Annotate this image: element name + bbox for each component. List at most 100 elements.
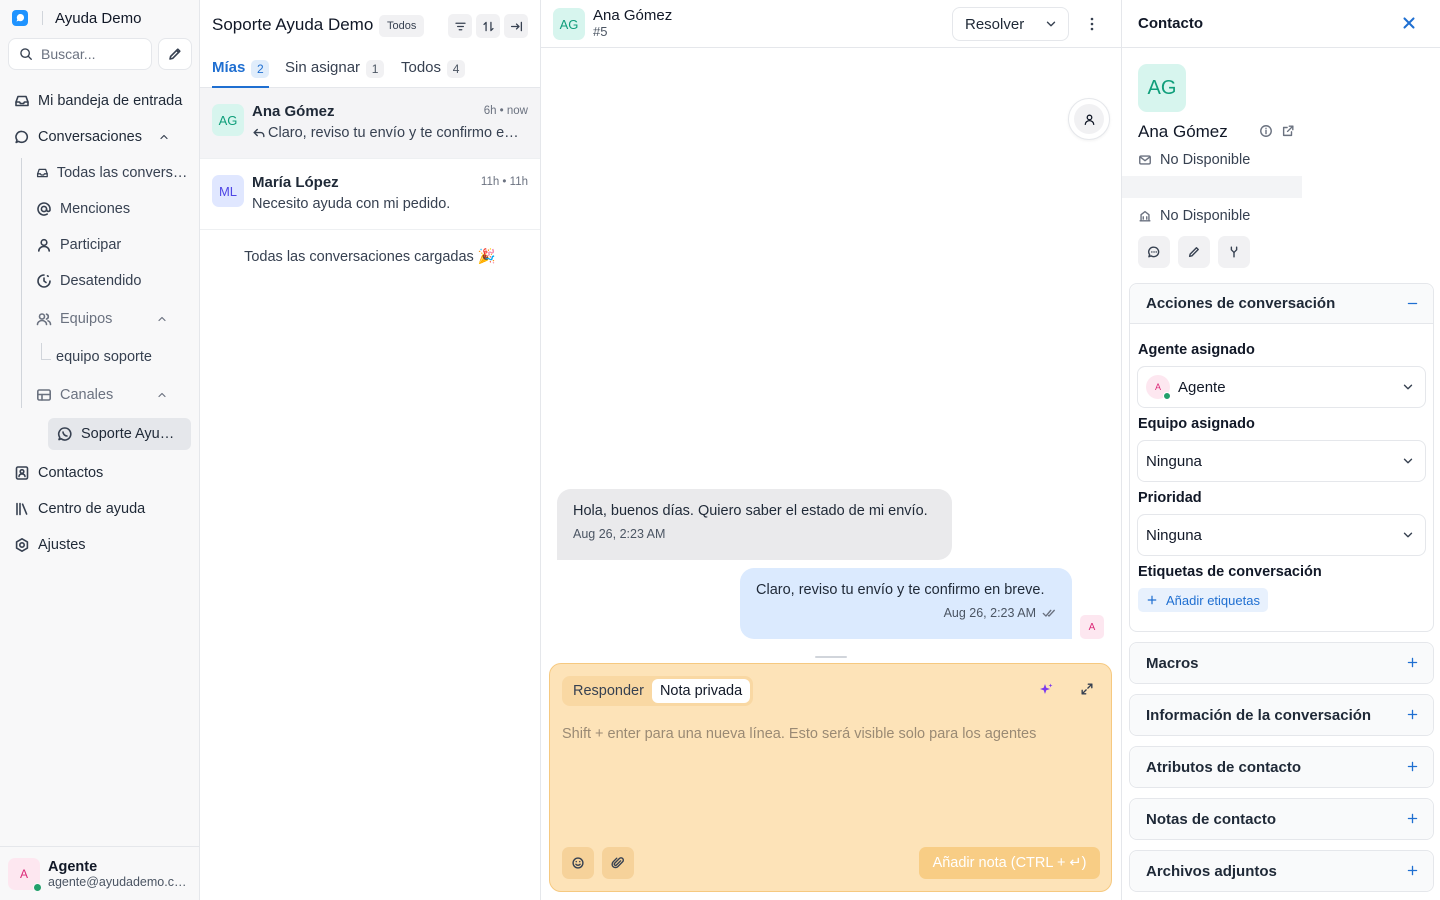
resize-handle[interactable] [815, 656, 847, 658]
filter-icon [454, 22, 466, 30]
nav-participate[interactable]: Participar [30, 230, 190, 260]
sort-button[interactable] [476, 14, 500, 38]
chevron-down-icon [1403, 384, 1413, 390]
smile-icon [572, 857, 584, 869]
conversation-time: 11h • 11h [480, 176, 528, 188]
private-note-mode-button[interactable]: Nota privada [651, 679, 751, 703]
message-input[interactable] [562, 726, 1098, 826]
selected-value: Agente [1178, 378, 1226, 396]
assigned-team-select[interactable]: Ninguna [1137, 440, 1426, 482]
conversation-tags-label: Etiquetas de conversación [1138, 564, 1322, 580]
users-icon [36, 313, 52, 326]
info-icon[interactable] [1259, 124, 1273, 138]
gear-icon [15, 538, 29, 552]
user-profile[interactable]: A Agente agente@ayudademo.com [0, 846, 199, 900]
inbox-title: Soporte Ayuda Demo [212, 15, 374, 34]
ai-assist-button[interactable] [1038, 682, 1054, 698]
nav-conversations[interactable]: Conversaciones [8, 122, 192, 152]
avatar: A [1146, 375, 1171, 400]
plus-icon[interactable] [1406, 760, 1419, 773]
conversation-card[interactable]: AG Ana Gómez 6h • now Claro, reviso tu e… [200, 88, 540, 159]
plus-icon[interactable] [1406, 708, 1419, 721]
edit-contact-button[interactable] [1178, 236, 1210, 268]
minus-icon[interactable] [1406, 297, 1419, 310]
incoming-message: Hola, buenos días. Quiero saber el estad… [557, 489, 952, 560]
resolve-button[interactable]: Resolver [952, 7, 1069, 41]
profile-name: Agente [48, 858, 98, 875]
avatar: ML [212, 175, 244, 207]
nav-channels[interactable]: Canales [30, 380, 190, 410]
status-filter-badge[interactable]: Todos [379, 15, 425, 37]
nav-all-conversations[interactable]: Todas las conversaciones [30, 158, 190, 188]
channels-icon [36, 389, 51, 401]
assigned-agent-select[interactable]: A Agente [1137, 366, 1426, 408]
brand-divider [42, 11, 43, 25]
chat-panel: AG Ana Gómez #5 Resolver Hola, buenos dí… [541, 0, 1121, 900]
add-tags-button[interactable]: Añadir etiquetas [1138, 588, 1268, 612]
filter-button[interactable] [448, 14, 472, 38]
merge-icon [1230, 246, 1238, 258]
nav-unattended[interactable]: Desatendido [30, 266, 190, 296]
expand-editor-button[interactable] [1080, 682, 1094, 696]
section-header[interactable]: Notas de contacto [1130, 799, 1433, 839]
close-icon [1403, 17, 1415, 29]
tab-all[interactable]: Todos 4 [401, 52, 466, 88]
plus-icon[interactable] [1406, 656, 1419, 669]
search-box[interactable] [8, 38, 152, 70]
chat-contact-name[interactable]: Ana Gómez [593, 7, 672, 24]
collapse-list-button[interactable] [504, 14, 528, 38]
tab-mine[interactable]: Mías 2 [212, 52, 270, 88]
section-header[interactable]: Macros [1130, 643, 1433, 683]
section-header[interactable]: Acciones de conversación [1130, 284, 1433, 324]
emoji-button[interactable] [562, 847, 594, 879]
compose-button[interactable] [158, 38, 192, 70]
more-options-button[interactable] [1081, 12, 1103, 36]
external-link-icon[interactable] [1281, 124, 1295, 138]
nav-help-center[interactable]: Centro de ayuda [8, 494, 192, 524]
nav-label: Todas las conversaciones [56, 165, 190, 181]
chevron-up-icon[interactable] [158, 131, 170, 143]
toggle-contact-panel-button[interactable] [1068, 98, 1110, 140]
chevron-down-icon[interactable] [1044, 17, 1058, 31]
nav-my-inbox[interactable]: Mi bandeja de entrada [8, 86, 192, 116]
chevron-up-icon[interactable] [156, 313, 168, 325]
nav-teams[interactable]: Equipos [30, 304, 190, 334]
nav-mentions[interactable]: Menciones [30, 194, 190, 224]
nav-channel-inbox[interactable]: Soporte Ayuda Demo [48, 418, 191, 450]
clock-icon [37, 274, 51, 288]
new-message-button[interactable] [1138, 236, 1170, 268]
contact-panel-header: Contacto [1122, 0, 1440, 48]
section-title: Atributos de contacto [1146, 758, 1302, 776]
plus-icon[interactable] [1406, 812, 1419, 825]
add-note-button[interactable]: Añadir nota (CTRL + ↵) [919, 847, 1100, 879]
preview-text: Necesito ayuda con mi pedido. [252, 196, 451, 212]
close-panel-button[interactable] [1400, 14, 1418, 32]
nav-label: Conversaciones [38, 129, 142, 145]
assigned-agent-label: Agente asignado [1138, 342, 1255, 358]
plus-icon[interactable] [1406, 864, 1419, 877]
nav-settings[interactable]: Ajustes [8, 530, 192, 560]
nav-team-support[interactable]: equipo soporte [50, 342, 190, 372]
conversation-card[interactable]: ML María López 11h • 11h Necesito ayuda … [200, 159, 540, 230]
chevron-up-icon[interactable] [156, 389, 168, 401]
attach-file-button[interactable] [602, 847, 634, 879]
conversation-preview: Claro, reviso tu envío y te confirmo en … [252, 125, 520, 141]
nav-contacts[interactable]: Contactos [8, 458, 192, 488]
section-header[interactable]: Atributos de contacto [1130, 747, 1433, 787]
reply-mode-button[interactable]: Responder [565, 679, 652, 703]
section-header[interactable]: Información de la conversación [1130, 695, 1433, 735]
section-header[interactable]: Archivos adjuntos [1130, 851, 1433, 891]
priority-select[interactable]: Ninguna [1137, 514, 1426, 556]
section-title: Macros [1146, 654, 1199, 672]
brand-name: Ayuda Demo [55, 9, 142, 27]
library-icon [16, 502, 28, 516]
avatar-initial: A [19, 866, 28, 881]
contact-company-value: No Disponible [1160, 208, 1251, 224]
merge-contact-button[interactable] [1218, 236, 1250, 268]
priority-label: Prioridad [1138, 490, 1202, 506]
brand: Ayuda Demo [12, 8, 141, 28]
contact-company: No Disponible [1138, 208, 1250, 224]
search-input[interactable] [41, 46, 141, 62]
inbox-icon [36, 168, 48, 178]
tab-unassigned[interactable]: Sin asignar 1 [285, 52, 385, 88]
